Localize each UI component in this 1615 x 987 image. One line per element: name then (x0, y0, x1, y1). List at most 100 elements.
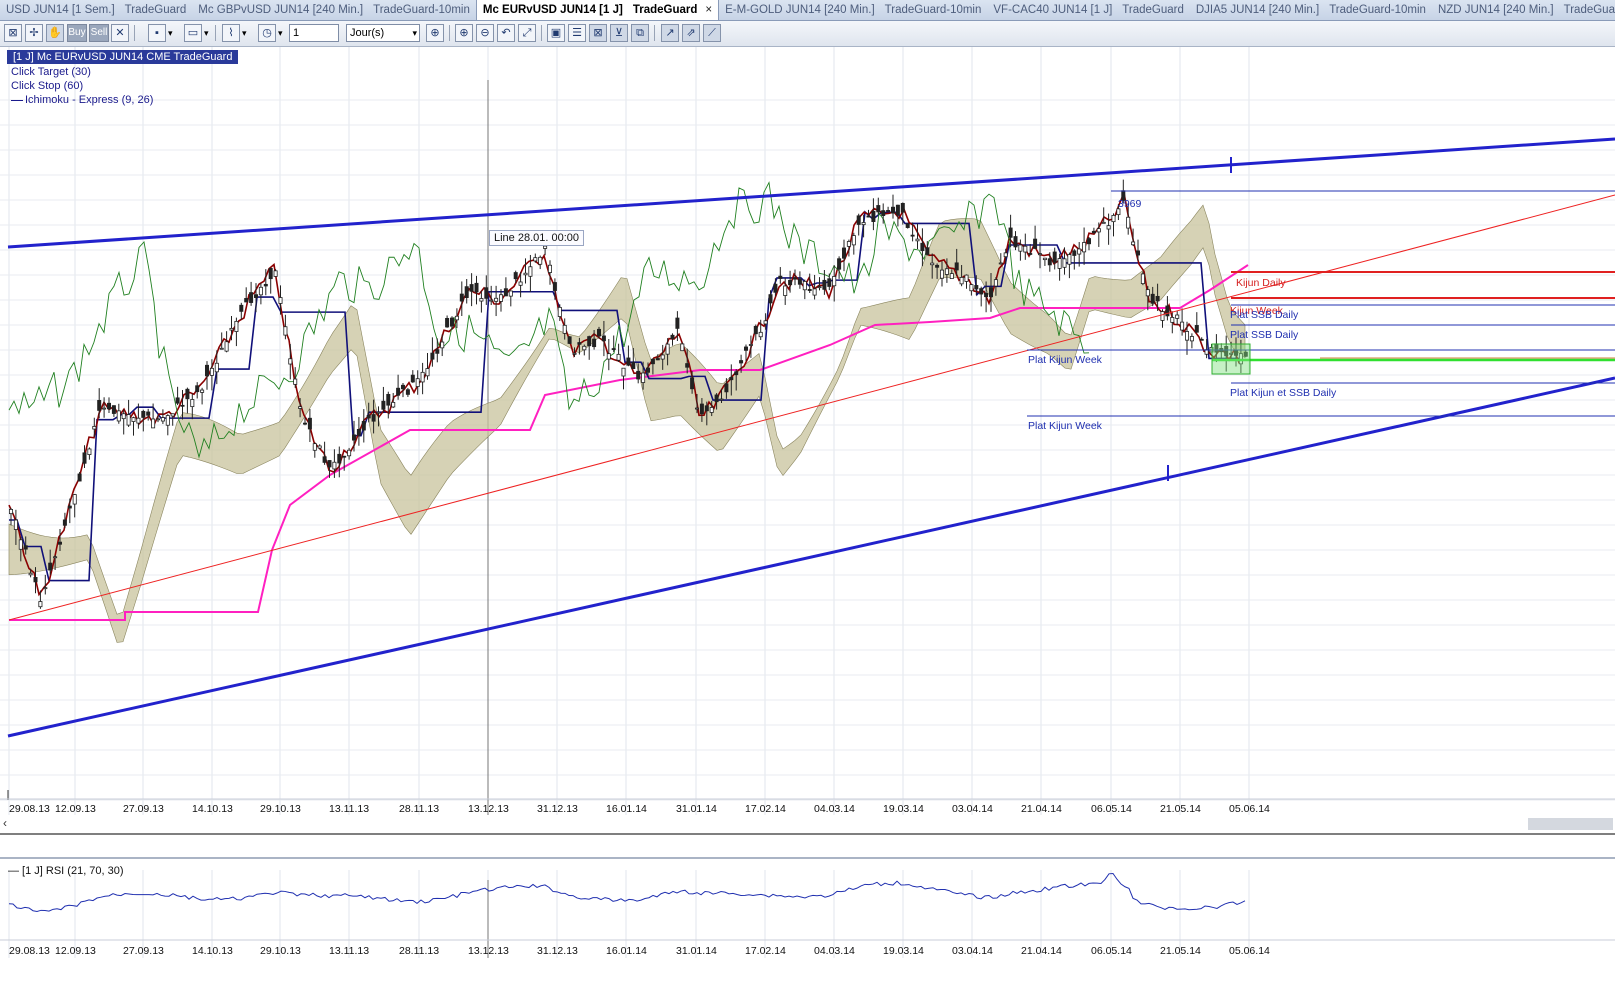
clock-icon[interactable]: ◷ (258, 24, 276, 42)
tab-chart[interactable]: Mc EURvUSD JUN14 [1 J] TradeGuard × (475, 0, 720, 20)
candle-body (778, 275, 783, 279)
candle-body (449, 317, 454, 327)
zoom-out-icon[interactable]: ⊖ (476, 24, 494, 42)
chart-type-dropdown-icon[interactable]: ▾ (242, 24, 247, 42)
candle-body (807, 289, 812, 291)
candle-body (33, 577, 38, 583)
horizontal-scrollbar[interactable]: ‹ (0, 816, 1615, 832)
candle-body (1087, 238, 1092, 245)
candle-body (548, 264, 553, 273)
candle-body (464, 286, 469, 298)
candle-body (200, 389, 205, 393)
candle-body (327, 460, 332, 468)
candle-body (621, 367, 626, 377)
copy-icon[interactable]: ⧉ (631, 24, 649, 42)
legend-ichimoku: Ichimoku - Express (9, 26) (11, 94, 153, 106)
x-axis-label: 29.08.13 (9, 803, 50, 815)
undo-zoom-icon[interactable]: ↶ (497, 24, 515, 42)
candle-body (641, 372, 646, 383)
x-axis-label: 13.11.13 (329, 803, 369, 815)
candle-body (680, 343, 685, 352)
candle-body (48, 562, 53, 571)
cross-tool-icon[interactable]: ✕ (111, 24, 129, 42)
list-icon[interactable]: ☰ (568, 24, 586, 42)
candle-body (204, 364, 209, 377)
open-dropdown-icon[interactable]: ▾ (204, 24, 209, 42)
add-indicator-icon[interactable]: ⊕ (426, 24, 444, 42)
close-panel-icon[interactable]: ⊠ (589, 24, 607, 42)
tab-chart[interactable]: E-M-GOLD JUN14 [240 Min.] TradeGuard-10mi… (719, 0, 987, 20)
interval-input[interactable] (289, 24, 339, 42)
open-folder-icon[interactable]: ▭ (184, 24, 202, 42)
candle-body (817, 286, 822, 289)
fibonacci-icon[interactable]: ⟋ (703, 24, 721, 42)
rsi-x-axis-label: 31.12.13 (537, 945, 578, 957)
candle-body (1170, 317, 1175, 323)
hand-pan-icon[interactable]: ✋ (46, 24, 64, 42)
candle-body (337, 453, 342, 464)
candle-body (876, 205, 881, 213)
x-axis-label: 29.10.13 (260, 803, 301, 815)
channel-icon[interactable]: ⇗ (682, 24, 700, 42)
candle-body (842, 247, 847, 259)
candle-body (298, 406, 303, 409)
candle-body (1067, 254, 1072, 265)
x-axis-label: 21.04.14 (1021, 803, 1062, 815)
zoom-in-icon[interactable]: ⊕ (455, 24, 473, 42)
candle-body (459, 293, 464, 302)
tab-chart[interactable]: Mc GBPvUSD JUN14 [240 Min.] TradeGuard-10… (192, 0, 476, 20)
candle-body (302, 422, 307, 425)
crosshair-icon[interactable]: ✢ (25, 24, 43, 42)
candle-body (518, 281, 523, 286)
tab-chart[interactable]: USD JUN14 [1 Sem.] TradeGuard (0, 0, 192, 20)
candle-body (28, 572, 33, 576)
candle-body (214, 362, 219, 373)
rsi-x-axis-label: 04.03.14 (814, 945, 855, 957)
tab-chart[interactable]: NZD JUN14 [240 Min.] TradeGuard-10min (1432, 0, 1615, 20)
candle-body (111, 405, 116, 414)
scrollbar-thumb[interactable] (1528, 818, 1613, 830)
candle-body (405, 389, 410, 395)
clock-dropdown-icon[interactable]: ▾ (278, 24, 283, 42)
candle-body (959, 277, 964, 285)
candle-body (180, 404, 185, 407)
candle-body (1189, 336, 1194, 342)
candle-body (699, 403, 704, 415)
save-dropdown-icon[interactable]: ▾ (168, 24, 173, 42)
tab-chart[interactable]: VF-CAC40 JUN14 [1 J] TradeGuard (987, 0, 1189, 20)
candle-body (846, 241, 851, 247)
candle-body (910, 234, 915, 237)
candle-body (920, 242, 925, 252)
rsi-x-axis-label: 13.11.13 (329, 945, 369, 957)
trendline-icon[interactable]: ↗ (661, 24, 679, 42)
tab-sublabel: TradeGuard-10min (1329, 4, 1426, 16)
current-zone-box (1211, 343, 1251, 375)
scroll-left-icon[interactable]: ‹ (3, 816, 7, 830)
candle-body (263, 283, 268, 287)
close-icon[interactable]: × (705, 4, 712, 16)
price-chart[interactable]: Kijun DailyKijun WeekPlat SSB DailyPlat … (0, 47, 1615, 987)
window-icon[interactable]: ▣ (547, 24, 565, 42)
chart-tab-bar: USD JUN14 [1 Sem.] TradeGuard Mc GBPvUSD J… (0, 0, 1615, 21)
filter-icon[interactable]: ⊻ (610, 24, 628, 42)
x-axis-label: 03.04.14 (952, 803, 993, 815)
pane-divider[interactable] (0, 857, 1615, 859)
tab-chart[interactable]: DJIA5 JUN14 [240 Min.] TradeGuard-10min (1190, 0, 1432, 20)
tab-label: Mc GBPvUSD JUN14 [240 Min.] (198, 4, 364, 16)
candle-body (944, 268, 949, 275)
period-select[interactable]: Jour(s) ▾ (346, 24, 420, 42)
candle-body (351, 434, 356, 441)
buy-button[interactable]: Buy (67, 24, 87, 42)
chart-select-icon[interactable]: ⊠ (4, 24, 22, 42)
save-icon[interactable]: ▪ (148, 24, 166, 42)
candle-body (729, 377, 734, 381)
candle-body (597, 328, 602, 337)
sell-button[interactable]: Sell (89, 24, 109, 42)
candle-body (366, 415, 371, 419)
candle-body (557, 306, 562, 317)
toolbar-separator (134, 25, 135, 41)
fit-chart-icon[interactable]: ⤢ (518, 24, 536, 42)
candle-body (837, 258, 842, 270)
chart-type-icon[interactable]: ⌇ (222, 24, 240, 42)
candle-body (347, 449, 352, 457)
